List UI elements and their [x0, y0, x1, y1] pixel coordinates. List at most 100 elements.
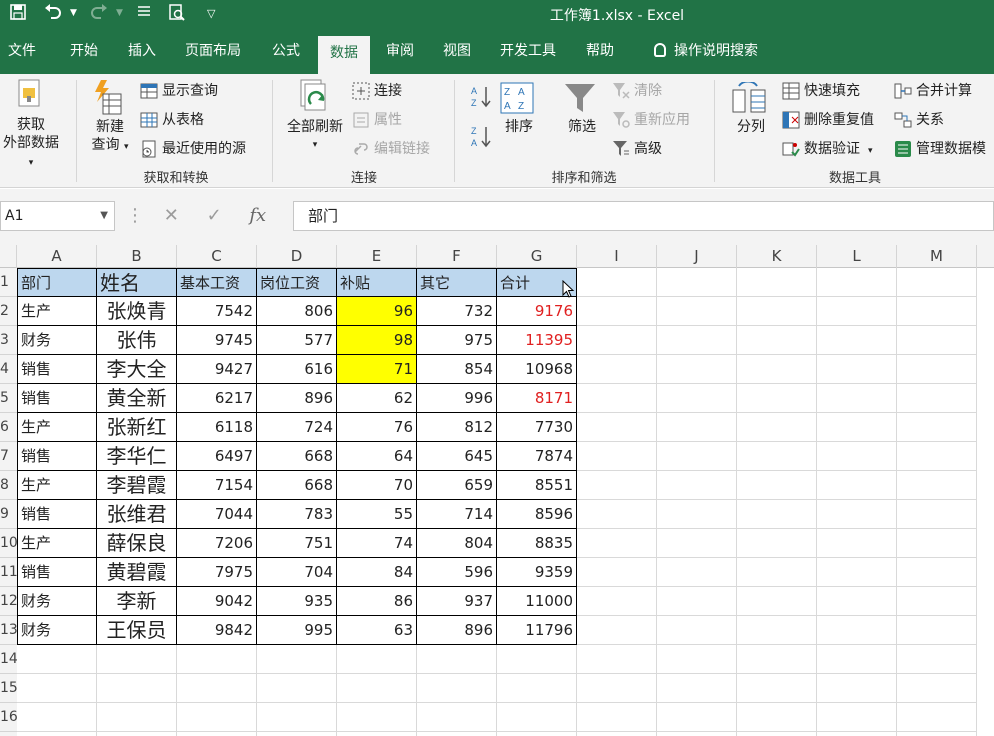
table-cell[interactable]: 668 [257, 442, 337, 471]
empty-cell[interactable] [897, 558, 977, 587]
table-cell[interactable]: 74 [337, 529, 417, 558]
table-cell[interactable]: 10968 [497, 355, 577, 384]
empty-cell[interactable] [737, 297, 817, 326]
empty-cell[interactable] [497, 645, 577, 674]
empty-cell[interactable] [817, 355, 897, 384]
empty-cell[interactable] [97, 732, 177, 736]
empty-cell[interactable] [817, 384, 897, 413]
tab-home[interactable]: 开始 [62, 30, 106, 74]
empty-cell[interactable] [897, 616, 977, 645]
get-external-data-button[interactable]: 获取 外部数据 ▾ [0, 78, 62, 172]
column-header-M[interactable]: M [897, 245, 977, 268]
table-cell[interactable]: 9359 [497, 558, 577, 587]
empty-cell[interactable] [17, 703, 97, 732]
empty-cell[interactable] [337, 645, 417, 674]
table-cell[interactable]: 975 [417, 326, 497, 355]
empty-cell[interactable] [657, 732, 737, 736]
column-header-I[interactable]: I [577, 245, 657, 268]
table-cell[interactable]: 645 [417, 442, 497, 471]
empty-cell[interactable] [577, 471, 657, 500]
table-cell[interactable]: 659 [417, 471, 497, 500]
empty-cell[interactable] [577, 674, 657, 703]
table-cell[interactable]: 生产 [17, 413, 97, 442]
empty-cell[interactable] [657, 471, 737, 500]
table-cell[interactable]: 张伟 [97, 326, 177, 355]
table-cell[interactable]: 王保员 [97, 616, 177, 645]
empty-cell[interactable] [897, 732, 977, 736]
table-cell[interactable]: 63 [337, 616, 417, 645]
empty-cell[interactable] [577, 587, 657, 616]
table-cell[interactable]: 张新红 [97, 413, 177, 442]
empty-cell[interactable] [897, 587, 977, 616]
connections-button[interactable]: 连接 [352, 80, 402, 100]
empty-cell[interactable] [737, 384, 817, 413]
empty-cell[interactable] [737, 355, 817, 384]
empty-cell[interactable] [897, 297, 977, 326]
empty-cell[interactable] [577, 384, 657, 413]
table-header-cell[interactable]: 岗位工资 [257, 268, 337, 297]
table-cell[interactable]: 生产 [17, 471, 97, 500]
empty-cell[interactable] [577, 442, 657, 471]
empty-cell[interactable] [657, 355, 737, 384]
empty-cell[interactable] [817, 558, 897, 587]
row-header-10[interactable]: 10 [0, 529, 17, 558]
insert-function-icon[interactable]: fx [249, 205, 266, 226]
table-cell[interactable]: 7542 [177, 297, 257, 326]
table-cell[interactable]: 596 [417, 558, 497, 587]
table-cell[interactable]: 64 [337, 442, 417, 471]
empty-cell[interactable] [737, 529, 817, 558]
empty-cell[interactable] [337, 703, 417, 732]
empty-cell[interactable] [817, 326, 897, 355]
empty-cell[interactable] [817, 500, 897, 529]
table-header-cell[interactable]: 基本工资 [177, 268, 257, 297]
empty-cell[interactable] [817, 587, 897, 616]
empty-cell[interactable] [817, 616, 897, 645]
table-cell[interactable]: 6497 [177, 442, 257, 471]
empty-cell[interactable] [657, 674, 737, 703]
table-cell[interactable]: 黄碧霞 [97, 558, 177, 587]
empty-cell[interactable] [657, 326, 737, 355]
name-box-dropdown-icon[interactable]: ▼ [100, 202, 108, 230]
empty-cell[interactable] [737, 268, 817, 297]
column-header-B[interactable]: B [97, 245, 177, 268]
row-header-15[interactable]: 15 [0, 674, 17, 703]
table-cell[interactable]: 616 [257, 355, 337, 384]
empty-cell[interactable] [577, 268, 657, 297]
table-cell[interactable]: 7874 [497, 442, 577, 471]
tab-data[interactable]: 数据 [318, 36, 370, 74]
empty-cell[interactable] [897, 355, 977, 384]
table-cell[interactable]: 李碧霞 [97, 471, 177, 500]
empty-cell[interactable] [737, 645, 817, 674]
table-cell[interactable]: 李华仁 [97, 442, 177, 471]
empty-cell[interactable] [17, 645, 97, 674]
text-to-columns-button[interactable]: 分列 [728, 82, 774, 136]
empty-cell[interactable] [817, 471, 897, 500]
empty-cell[interactable] [657, 703, 737, 732]
table-cell[interactable]: 714 [417, 500, 497, 529]
row-header-9[interactable]: 9 [0, 500, 17, 529]
table-cell[interactable]: 销售 [17, 558, 97, 587]
empty-cell[interactable] [897, 703, 977, 732]
empty-cell[interactable] [737, 732, 817, 736]
table-cell[interactable]: 7975 [177, 558, 257, 587]
table-cell[interactable]: 86 [337, 587, 417, 616]
table-cell[interactable]: 783 [257, 500, 337, 529]
column-header-L[interactable]: L [817, 245, 897, 268]
table-cell[interactable]: 96 [337, 297, 417, 326]
column-header-C[interactable]: C [177, 245, 257, 268]
table-cell[interactable]: 财务 [17, 326, 97, 355]
empty-cell[interactable] [817, 732, 897, 736]
empty-cell[interactable] [497, 732, 577, 736]
table-cell[interactable]: 668 [257, 471, 337, 500]
empty-cell[interactable] [417, 645, 497, 674]
relationships-button[interactable]: 关系 [894, 109, 944, 129]
empty-cell[interactable] [737, 616, 817, 645]
empty-cell[interactable] [657, 587, 737, 616]
empty-cell[interactable] [97, 674, 177, 703]
empty-cell[interactable] [897, 413, 977, 442]
empty-cell[interactable] [817, 529, 897, 558]
empty-cell[interactable] [897, 674, 977, 703]
row-header-8[interactable]: 8 [0, 471, 17, 500]
table-cell[interactable]: 9745 [177, 326, 257, 355]
table-cell[interactable]: 财务 [17, 616, 97, 645]
